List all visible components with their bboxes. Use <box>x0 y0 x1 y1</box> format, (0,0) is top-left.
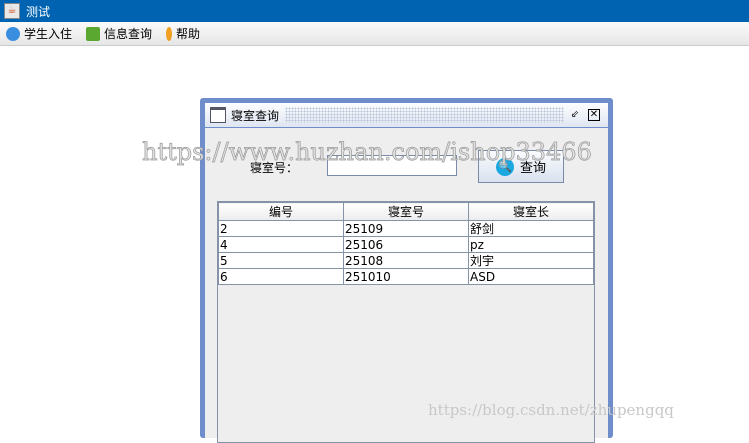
table-cell[interactable]: 2 <box>218 220 344 237</box>
table-cell[interactable]: 251010 <box>343 268 469 285</box>
column-header[interactable]: 编号 <box>218 202 344 221</box>
frame-titlebar[interactable]: 寝室查询 ⇙ ✕ <box>205 103 608 127</box>
frame-body: 寝室号： 🔍 查询 编号 寝室号 寝室长 2 25109 舒剑 4 25106 pz 5 251… <box>205 128 608 443</box>
table-row[interactable]: 4 25106 pz <box>218 236 594 253</box>
watermark: https://blog.csdn.net/zhupengqq <box>428 401 674 419</box>
table-cell[interactable]: 刘宇 <box>468 252 594 269</box>
table-cell[interactable]: 6 <box>218 268 344 285</box>
table-header: 编号 寝室号 寝室长 <box>218 202 594 221</box>
window-title: 测试 <box>26 4 51 19</box>
table-cell[interactable]: 25108 <box>343 252 469 269</box>
close-icon[interactable]: ✕ <box>588 109 600 121</box>
window-icon <box>210 107 226 123</box>
table-row[interactable]: 6 251010 ASD <box>218 268 594 285</box>
restore-icon[interactable]: ⇙ <box>570 110 580 120</box>
table-row[interactable]: 5 25108 刘宇 <box>218 252 594 269</box>
table-cell[interactable]: 25109 <box>343 220 469 237</box>
arrow-circle-icon <box>6 26 20 41</box>
table-cell[interactable]: 4 <box>218 236 344 253</box>
menu-help[interactable]: 帮助 <box>166 25 200 42</box>
drag-area[interactable] <box>285 107 564 123</box>
watermark: https://www.huzhan.com/ishop33466 <box>142 138 593 167</box>
window-titlebar: ☕ 测试 <box>0 0 749 22</box>
table-cell[interactable]: 25106 <box>343 236 469 253</box>
key-icon <box>166 26 173 41</box>
table-cell[interactable]: pz <box>468 236 594 253</box>
column-header[interactable]: 寝室长 <box>468 202 594 221</box>
menu-label: 信息查询 <box>104 27 153 41</box>
java-app-icon: ☕ <box>4 3 20 19</box>
info-icon <box>86 26 101 41</box>
table-cell[interactable]: 5 <box>218 252 344 269</box>
table-cell[interactable]: ASD <box>468 268 594 285</box>
column-header[interactable]: 寝室号 <box>343 202 469 221</box>
menu-label: 帮助 <box>176 27 201 41</box>
table-cell[interactable]: 舒剑 <box>468 220 594 237</box>
menubar: 学生入住 信息查询 帮助 <box>0 22 749 46</box>
menu-student-checkin[interactable]: 学生入住 <box>6 25 72 42</box>
frame-title: 寝室查询 <box>231 108 280 123</box>
menu-label: 学生入住 <box>24 27 73 41</box>
menu-info-query[interactable]: 信息查询 <box>86 25 152 42</box>
table-row[interactable]: 2 25109 舒剑 <box>218 220 594 237</box>
